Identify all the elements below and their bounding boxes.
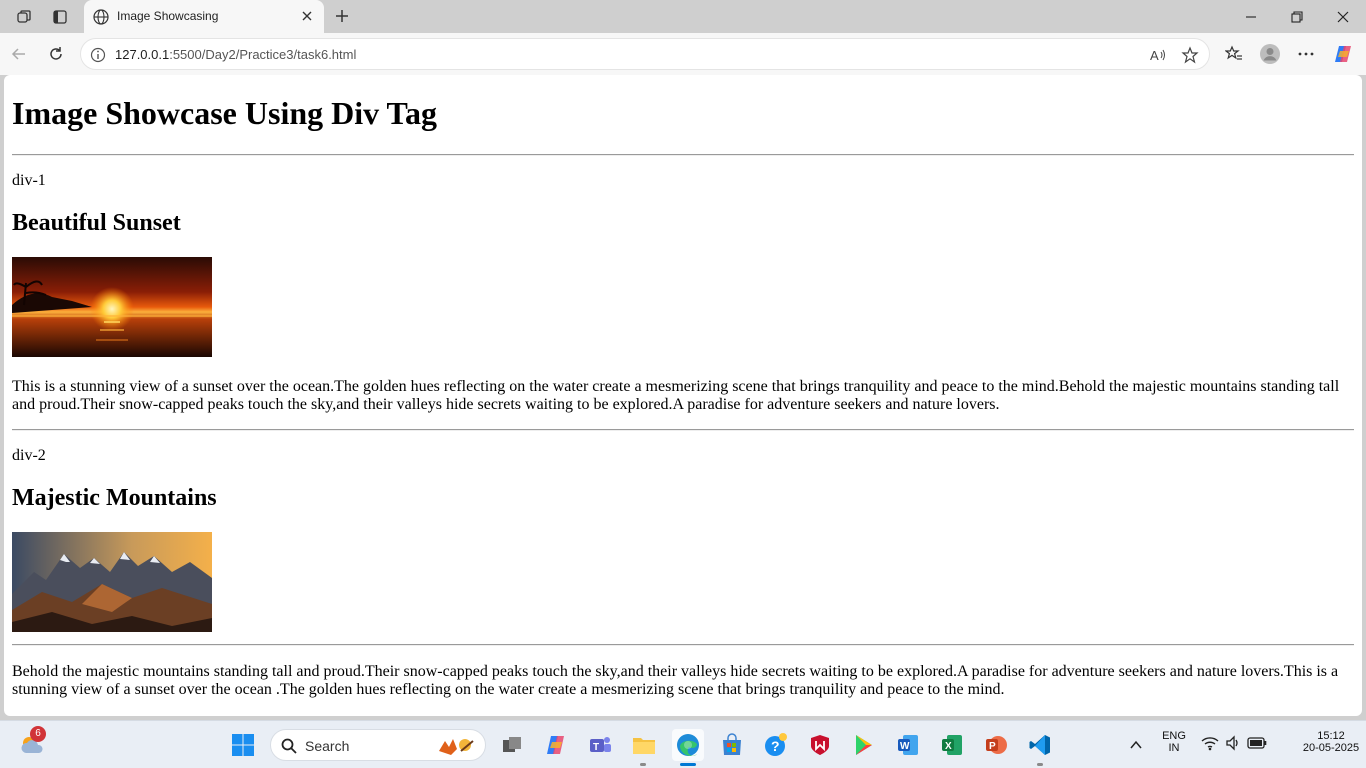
url-host: 127.0.0.1 [115, 47, 170, 62]
teams-icon[interactable]: T [584, 729, 616, 761]
help-icon[interactable]: ? [760, 729, 792, 761]
section-text: Behold the majestic mountains standing t… [12, 663, 1339, 698]
edge-icon[interactable] [672, 729, 704, 761]
search-highlight-icon [437, 735, 477, 757]
taskbar: 6 Search T ? W X P ENG IN 15:12 20-05-20… [0, 720, 1366, 768]
battery-icon [1247, 736, 1267, 755]
notification-badge: 6 [30, 726, 46, 742]
clock[interactable]: 15:12 20-05-2025 [1298, 730, 1364, 754]
window-close-icon[interactable] [1320, 0, 1366, 33]
running-app-indicator [1037, 763, 1043, 766]
close-icon[interactable] [298, 7, 316, 25]
chevron-up-icon[interactable] [1120, 729, 1152, 761]
clock-time: 15:12 [1317, 730, 1345, 742]
clock-date: 20-05-2025 [1302, 742, 1360, 754]
section-heading: Beautiful Sunset [12, 210, 181, 236]
search-placeholder: Search [305, 738, 350, 754]
region-code: IN [1168, 742, 1180, 754]
svg-text:T: T [593, 742, 599, 753]
search-input[interactable]: Search [270, 729, 486, 761]
svg-text:W: W [900, 741, 910, 752]
file-explorer-icon[interactable] [628, 729, 660, 761]
minimize-icon[interactable] [1228, 0, 1274, 33]
divider [12, 644, 1354, 646]
windows-start-icon[interactable] [227, 729, 259, 761]
section-text: This is a stunning view of a sunset over… [12, 378, 1340, 413]
tab-strip: Image Showcasing [0, 0, 1366, 33]
word-icon[interactable]: W [892, 729, 924, 761]
page-title: Image Showcase Using Div Tag [12, 95, 437, 131]
browser-toolbar: 127.0.0.1:5500/Day2/Practice3/task6.html… [0, 33, 1366, 75]
divider [12, 154, 1354, 156]
profile-icon[interactable] [1257, 42, 1283, 66]
play-store-icon[interactable] [848, 729, 880, 761]
favorites-icon[interactable] [1221, 42, 1247, 66]
svg-text:A: A [1150, 48, 1159, 63]
more-icon[interactable] [1293, 42, 1319, 66]
task-view-icon[interactable] [496, 729, 528, 761]
read-aloud-icon[interactable]: A [1147, 44, 1169, 66]
mcafee-icon[interactable] [804, 729, 836, 761]
info-icon[interactable] [89, 46, 107, 64]
sunset-image [12, 257, 212, 357]
tab-actions-icon[interactable] [48, 6, 72, 28]
divider [12, 429, 1354, 431]
input-language[interactable]: ENG IN [1156, 730, 1192, 754]
url-text: 127.0.0.1:5500/Day2/Practice3/task6.html [115, 47, 356, 62]
plus-icon[interactable] [330, 5, 354, 27]
svg-text:X: X [945, 741, 952, 752]
language-code: ENG [1162, 730, 1186, 742]
back-icon[interactable] [6, 42, 32, 66]
section-label: div-1 [12, 172, 46, 189]
vscode-icon[interactable] [1024, 729, 1056, 761]
address-bar[interactable]: 127.0.0.1:5500/Day2/Practice3/task6.html… [80, 38, 1210, 70]
powerpoint-icon[interactable]: P [980, 729, 1012, 761]
copilot-icon[interactable] [1330, 42, 1356, 66]
refresh-icon[interactable] [43, 42, 69, 66]
excel-icon[interactable]: X [936, 729, 968, 761]
copilot-app-icon[interactable] [540, 729, 572, 761]
favorite-star-icon[interactable] [1179, 44, 1201, 66]
search-icon [280, 737, 298, 755]
system-tray-status[interactable] [1196, 729, 1272, 761]
running-app-indicator [640, 763, 646, 766]
svg-text:?: ? [771, 738, 780, 754]
workspaces-icon[interactable] [12, 6, 36, 28]
url-path: :5500/Day2/Practice3/task6.html [169, 47, 357, 62]
section-label: div-2 [12, 447, 46, 464]
volume-icon [1225, 734, 1241, 756]
page-viewport: Image Showcase Using Div Tag div-1 Beaut… [4, 75, 1362, 716]
globe-icon [92, 8, 110, 26]
active-app-indicator [680, 763, 696, 766]
tab-image-showcasing[interactable]: Image Showcasing [84, 0, 324, 33]
section-heading: Majestic Mountains [12, 485, 217, 511]
store-icon[interactable] [716, 729, 748, 761]
mountains-image [12, 532, 212, 632]
restore-icon[interactable] [1274, 0, 1320, 33]
svg-text:P: P [989, 741, 996, 752]
tab-title: Image Showcasing [117, 9, 219, 23]
wifi-icon [1201, 735, 1219, 756]
